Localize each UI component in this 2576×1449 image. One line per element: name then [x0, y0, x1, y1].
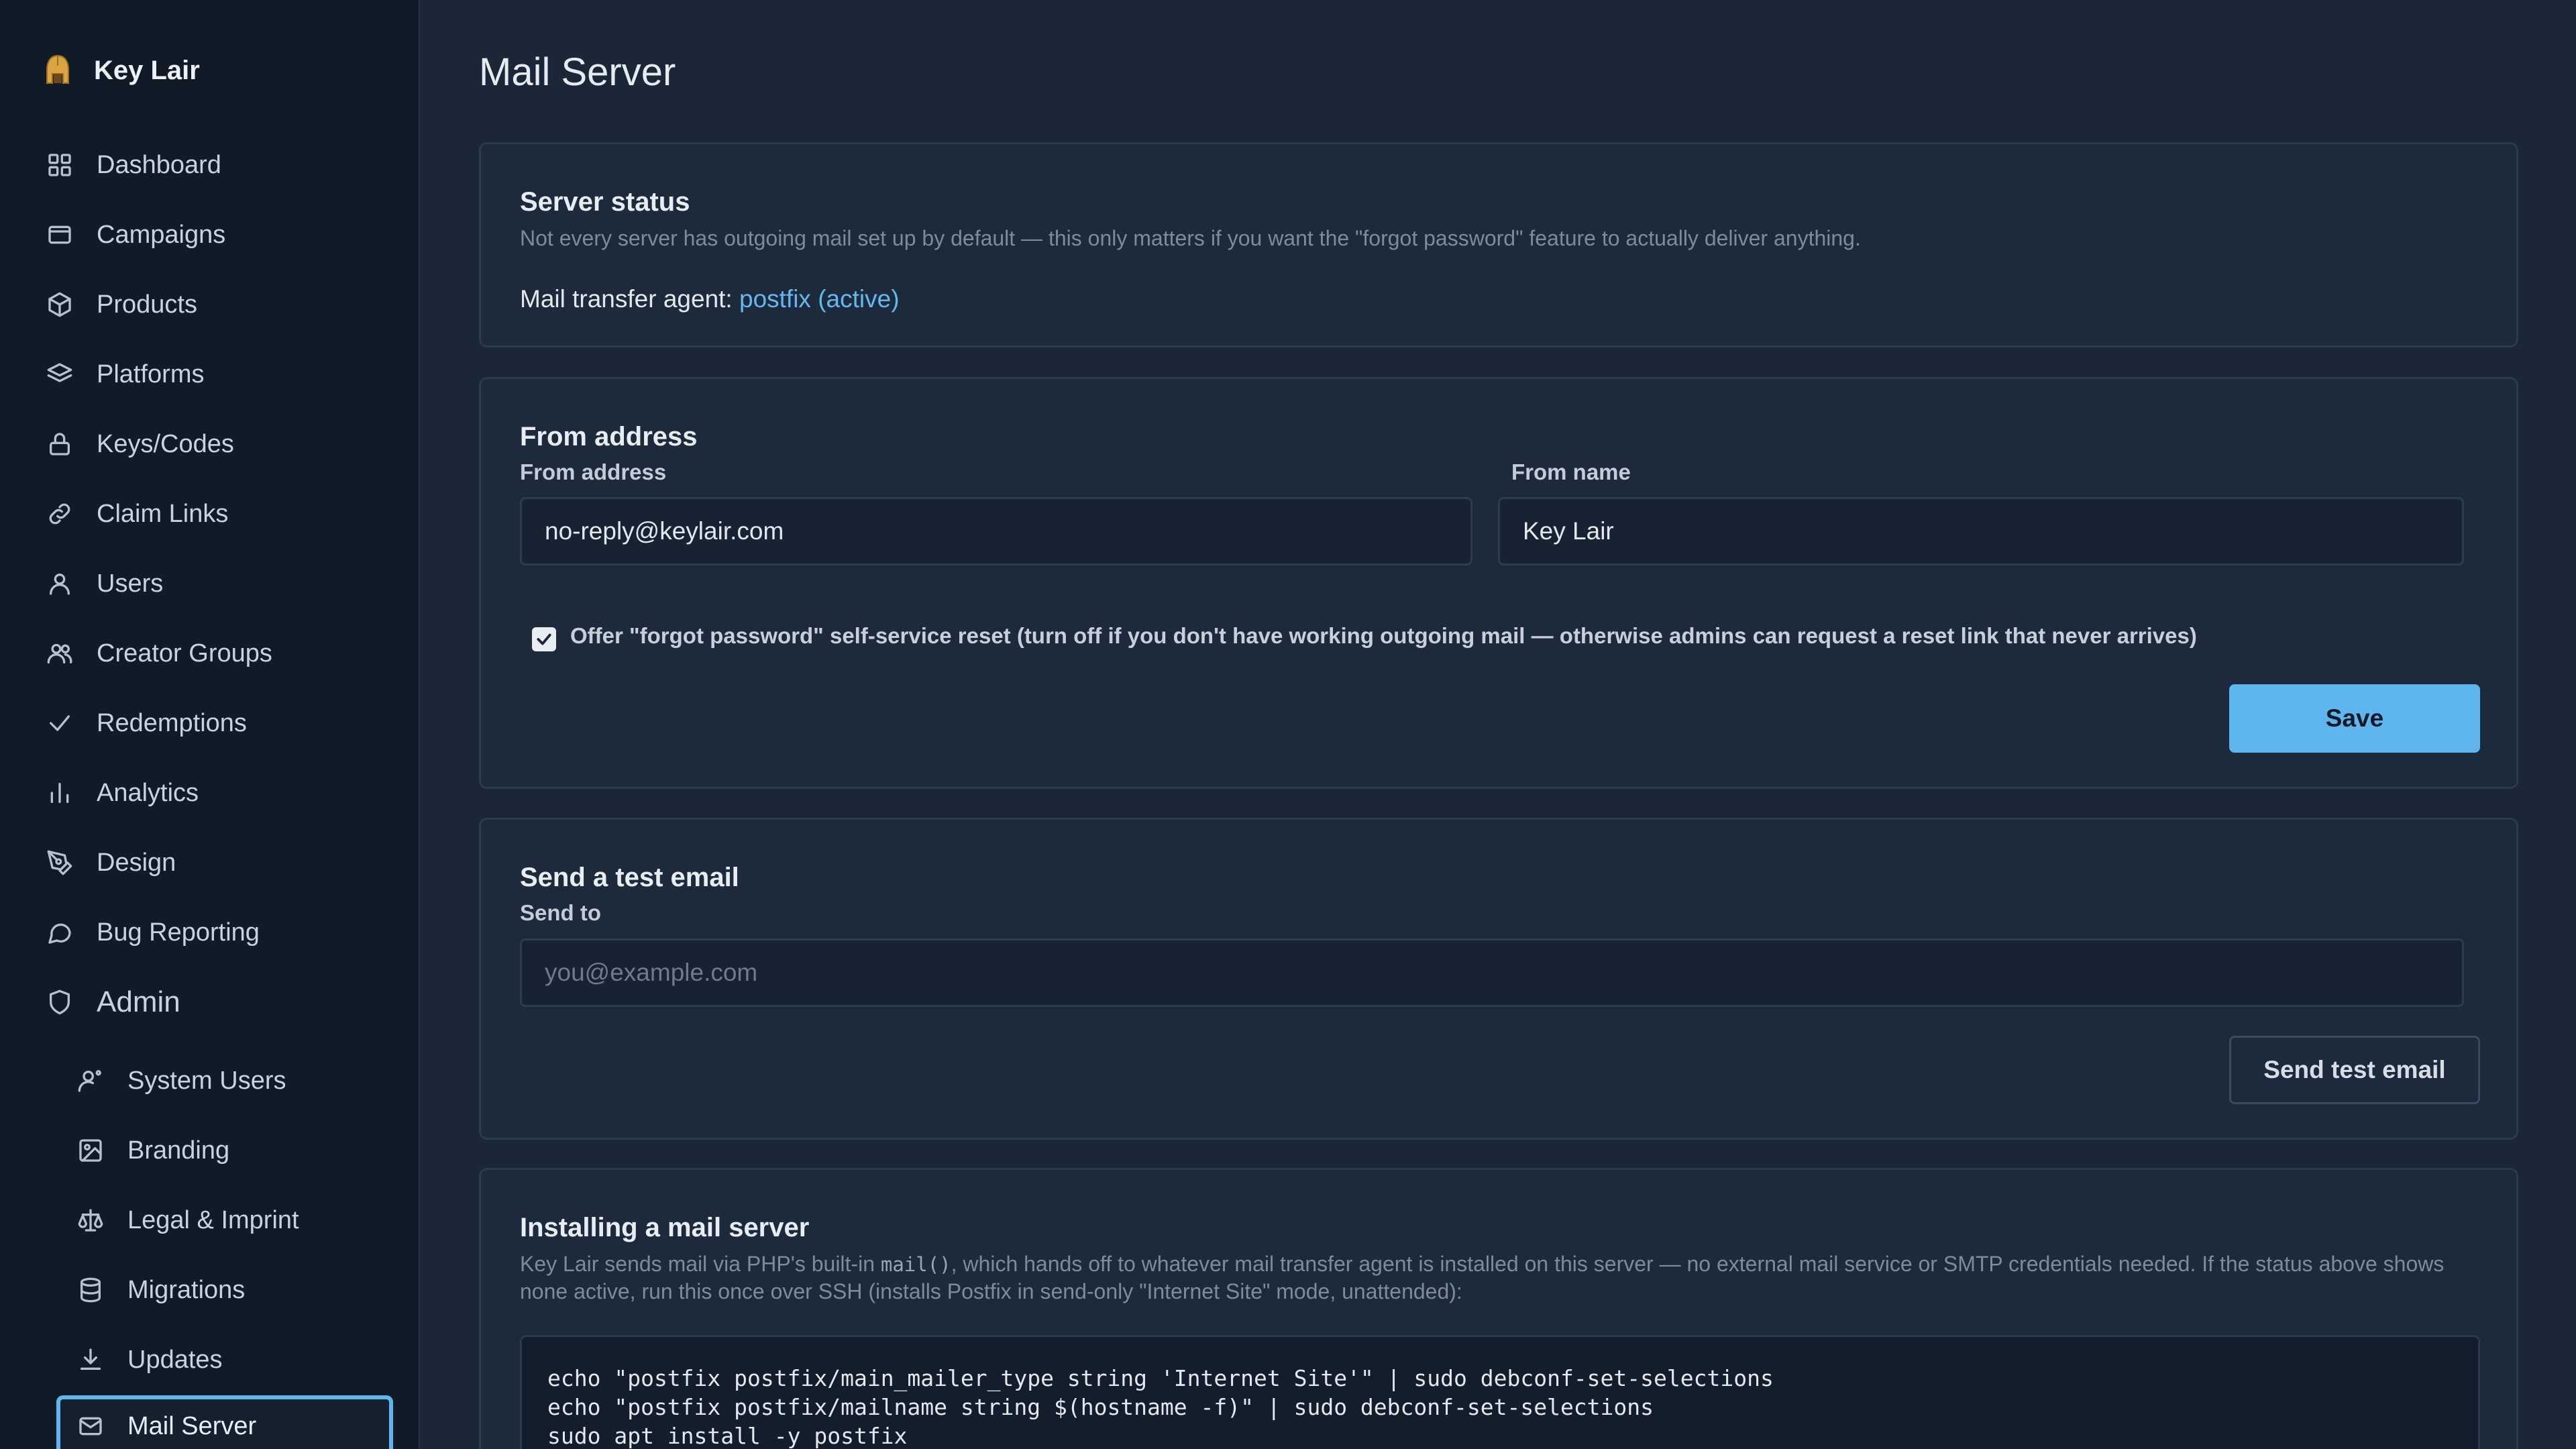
mail-icon — [75, 1411, 106, 1442]
sidebar-item-users[interactable]: Users — [44, 560, 163, 607]
box-icon — [44, 289, 75, 320]
send-test-email-button[interactable]: Send test email — [2229, 1036, 2480, 1104]
sidebar-item-legal-imprint[interactable]: Legal & Imprint — [75, 1197, 299, 1244]
test-email-card: Send a test email Send to you@example.co… — [479, 818, 2518, 1140]
helmet-icon — [44, 52, 75, 89]
grid-icon — [44, 150, 75, 180]
sidebar-item-label: Dashboard — [97, 150, 221, 179]
from-address-input[interactable]: no-reply@keylair.com — [520, 497, 1472, 566]
user-icon — [44, 568, 75, 599]
forgot-password-checkbox[interactable] — [532, 627, 556, 651]
bar-chart-icon — [44, 777, 75, 808]
page-title: Mail Server — [479, 50, 676, 94]
sidebar-item-bug-reporting[interactable]: Bug Reporting — [44, 909, 260, 956]
sidebar-item-label: Legal & Imprint — [127, 1205, 299, 1234]
sidebar-item-migrations[interactable]: Migrations — [75, 1267, 245, 1313]
sidebar-item-claim-links[interactable]: Claim Links — [44, 490, 228, 537]
card-heading: Send a test email — [520, 863, 739, 892]
download-icon — [75, 1344, 106, 1375]
inline-code-mail: mail() — [880, 1253, 951, 1276]
sidebar-item-dashboard[interactable]: Dashboard — [44, 142, 221, 189]
code-line: echo "postfix postfix/main_mailer_type s… — [547, 1365, 1774, 1391]
install-code-block[interactable]: echo "postfix postfix/main_mailer_type s… — [520, 1335, 2480, 1449]
user-cog-icon — [75, 1065, 106, 1096]
sidebar-item-label: Branding — [127, 1136, 230, 1165]
sidebar-item-label: Products — [97, 290, 197, 319]
install-mail-server-card: Installing a mail server Key Lair sends … — [479, 1168, 2518, 1449]
sidebar-item-campaigns[interactable]: Campaigns — [44, 211, 225, 258]
chat-bubble-icon — [44, 917, 75, 948]
card-heading: Server status — [520, 187, 690, 217]
server-status-card: Server status Not every server has outgo… — [479, 142, 2518, 347]
sidebar-item-keys-codes[interactable]: Keys/Codes — [44, 421, 234, 468]
sidebar-item-design[interactable]: Design — [44, 839, 176, 886]
sidebar: Key Lair Dashboard Campaigns Products Pl… — [0, 0, 420, 1449]
sidebar-item-creator-groups[interactable]: Creator Groups — [44, 630, 272, 677]
lock-icon — [44, 429, 75, 460]
sidebar-item-redemptions[interactable]: Redemptions — [44, 700, 247, 747]
sidebar-item-updates[interactable]: Updates — [75, 1336, 223, 1383]
code-line: echo "postfix postfix/mailname string $(… — [547, 1394, 1654, 1420]
sidebar-item-label: Platforms — [97, 360, 205, 388]
sidebar-item-label: Claim Links — [97, 499, 229, 528]
sidebar-item-label: Mail Server — [127, 1411, 257, 1440]
layers-icon — [44, 359, 75, 390]
sidebar-item-label: Migrations — [127, 1275, 246, 1304]
mta-label: Mail transfer agent: — [520, 285, 733, 313]
sidebar-item-label: Creator Groups — [97, 639, 272, 667]
send-to-label: Send to — [520, 900, 601, 925]
image-icon — [75, 1135, 106, 1166]
shield-icon — [44, 987, 75, 1018]
from-address-card: From address From address no-reply@keyla… — [479, 377, 2518, 789]
card-heading: From address — [520, 422, 698, 451]
mta-status: Mail transfer agent: postfix (active) — [520, 285, 900, 313]
check-icon — [44, 708, 75, 739]
sidebar-item-system-users[interactable]: System Users — [75, 1057, 286, 1104]
sidebar-item-platforms[interactable]: Platforms — [44, 351, 204, 398]
sidebar-item-label: Users — [97, 569, 164, 598]
from-address-label: From address — [520, 460, 667, 484]
sidebar-section-admin[interactable]: Admin — [44, 979, 180, 1026]
sidebar-item-label: Updates — [127, 1345, 223, 1374]
sidebar-item-label: Campaigns — [97, 220, 226, 249]
users-icon — [44, 638, 75, 669]
sidebar-item-branding[interactable]: Branding — [75, 1127, 229, 1174]
sidebar-item-label: Bug Reporting — [97, 918, 260, 947]
save-button[interactable]: Save — [2229, 684, 2480, 753]
pen-tool-icon — [44, 847, 75, 878]
sidebar-item-label: Redemptions — [97, 708, 247, 737]
from-name-input[interactable]: Key Lair — [1498, 497, 2464, 566]
link-icon — [44, 498, 75, 529]
forgot-password-checkbox-label[interactable]: Offer "forgot password" self-service res… — [570, 623, 2197, 649]
card-description: Not every server has outgoing mail set u… — [520, 226, 1861, 250]
card-heading: Installing a mail server — [520, 1213, 810, 1242]
install-description: Key Lair sends mail via PHP's built-in m… — [520, 1250, 2492, 1305]
sidebar-item-label: Analytics — [97, 778, 199, 807]
sidebar-item-mail-server[interactable]: Mail Server — [56, 1395, 393, 1449]
mta-value[interactable]: postfix (active) — [739, 285, 900, 313]
send-to-input[interactable]: you@example.com — [520, 938, 2464, 1007]
sidebar-item-label: Design — [97, 848, 176, 877]
from-name-label: From name — [1511, 460, 1631, 484]
scale-icon — [75, 1205, 106, 1236]
code-line: sudo apt install -y postfix — [547, 1423, 908, 1449]
brand[interactable]: Key Lair — [44, 51, 200, 90]
sidebar-item-label: System Users — [127, 1066, 286, 1095]
sidebar-item-analytics[interactable]: Analytics — [44, 769, 199, 816]
brand-name: Key Lair — [94, 55, 200, 85]
database-icon — [75, 1275, 106, 1305]
checkmark-icon — [537, 633, 551, 645]
install-description-text: Key Lair sends mail via PHP's built-in — [520, 1252, 881, 1276]
sidebar-item-label: Keys/Codes — [97, 429, 234, 458]
sidebar-section-label: Admin — [97, 985, 180, 1018]
window-icon — [44, 219, 75, 250]
sidebar-item-products[interactable]: Products — [44, 281, 197, 328]
